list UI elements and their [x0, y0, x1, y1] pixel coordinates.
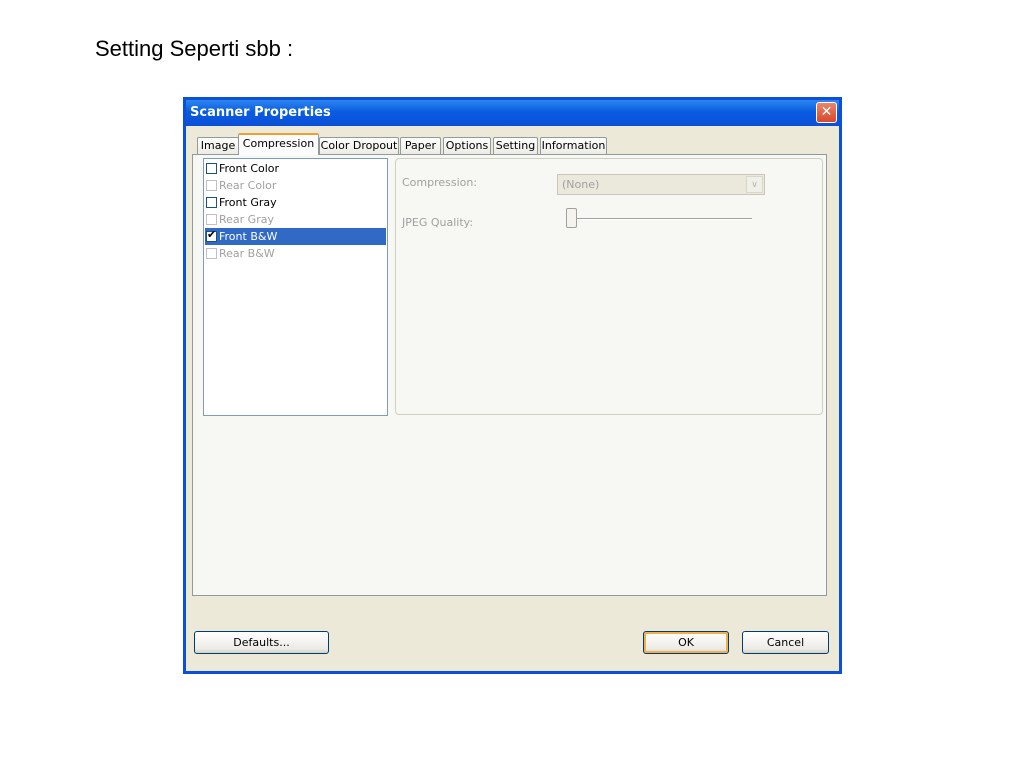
cancel-button[interactable]: Cancel — [742, 631, 829, 654]
list-item-front-gray[interactable]: Front Gray — [205, 194, 386, 211]
jpeg-quality-slider-track[interactable] — [568, 218, 752, 220]
slide-heading: Setting Seperti sbb : — [95, 36, 294, 61]
jpeg-quality-slider-thumb[interactable] — [566, 208, 577, 228]
close-button[interactable]: ✕ — [816, 102, 837, 123]
compression-select[interactable]: (None) ∨ — [557, 174, 765, 195]
list-item-rear-gray[interactable]: Rear Gray — [205, 211, 386, 228]
chevron-down-icon[interactable]: ∨ — [746, 176, 763, 193]
check-icon: ✔ — [207, 228, 217, 241]
list-item-front-bw[interactable]: ✔ Front B&W — [205, 228, 386, 245]
list-item-rear-bw[interactable]: Rear B&W — [205, 245, 386, 262]
close-icon: ✕ — [820, 104, 833, 120]
compression-value: (None) — [562, 178, 600, 191]
scanner-properties-dialog: Scanner Properties ✕ Image Compression C… — [183, 97, 842, 674]
tab-paper[interactable]: Paper — [400, 137, 441, 154]
checkbox-rear-gray[interactable] — [206, 214, 217, 225]
tab-color-dropout[interactable]: Color Dropout — [319, 137, 399, 154]
checkbox-rear-bw[interactable] — [206, 248, 217, 259]
dialog-client-area: Image Compression Color Dropout Paper Op… — [186, 126, 839, 671]
list-item-rear-color[interactable]: Rear Color — [205, 177, 386, 194]
compression-settings-group: Compression: (None) ∨ JPEG Quality: — [395, 158, 823, 415]
tab-compression[interactable]: Compression — [238, 133, 319, 155]
tab-options[interactable]: Options — [443, 137, 491, 154]
checkbox-rear-color[interactable] — [206, 180, 217, 191]
defaults-button[interactable]: Defaults... — [194, 631, 329, 654]
compression-tab-panel: Front Color Rear Color Front Gray Rear G… — [192, 154, 827, 596]
title-bar[interactable]: Scanner Properties ✕ — [186, 100, 839, 126]
ok-button[interactable]: OK — [643, 631, 729, 654]
dialog-title: Scanner Properties — [190, 105, 331, 120]
tab-information[interactable]: Information — [540, 137, 607, 154]
tab-image[interactable]: Image — [197, 137, 239, 154]
checkbox-front-color[interactable] — [206, 163, 217, 174]
tab-setting[interactable]: Setting — [493, 137, 538, 154]
jpeg-quality-label: JPEG Quality: — [402, 216, 474, 229]
compression-label: Compression: — [402, 176, 478, 189]
checkbox-front-gray[interactable] — [206, 197, 217, 208]
list-item-front-color[interactable]: Front Color — [205, 160, 386, 177]
image-type-list[interactable]: Front Color Rear Color Front Gray Rear G… — [203, 158, 388, 416]
checkbox-front-bw[interactable]: ✔ — [206, 228, 217, 242]
